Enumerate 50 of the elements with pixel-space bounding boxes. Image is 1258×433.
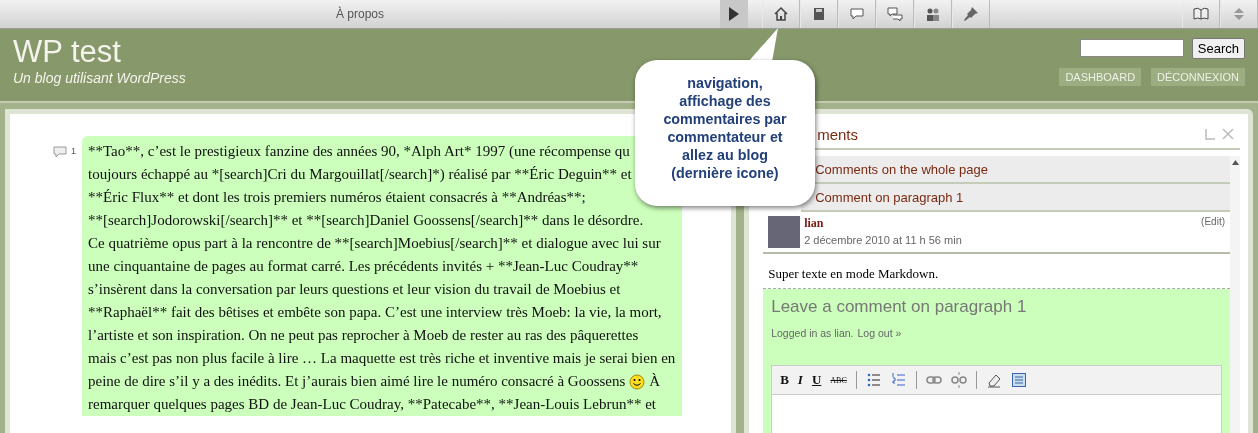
paragraph-line: une cinquantaine de pages au format carré. Les précédents invités + **Jean-Luc Coudray** (88, 257, 639, 276)
paragraph-number: 1 (71, 146, 76, 156)
paragraph-line: remarquer quelques pages BD de Jean-Luc Coudray, **Patecabe**, **Jean-Louis Lebrun** et (88, 395, 656, 414)
paragraph-line: toujours échappé au *[search]Cri du Margouillat[/search]*) réalisé par **Éric Deguin** et (88, 165, 632, 184)
up-down-arrows-icon[interactable] (1220, 0, 1258, 28)
page-title: À propos (335, 7, 385, 21)
site-tagline: Un blog utilisant WordPress (13, 70, 186, 86)
paragraph-line: Ce quatrième opus part à la rencontre de **[search]Moebius[/search]** et dialogue avec lui sur (88, 234, 661, 253)
comment-date: 2 décembre 2010 at 11 h 56 min (804, 234, 963, 246)
search-button[interactable]: Search (1191, 38, 1245, 59)
open-book-icon[interactable] (1182, 0, 1220, 28)
form-title: Leave a comment on paragraph 1 (771, 297, 1028, 317)
format-button[interactable]: B (780, 372, 789, 388)
bullet-list-icon[interactable] (865, 372, 882, 388)
book-icon[interactable] (800, 0, 838, 28)
speech-bubbles-icon[interactable] (876, 0, 914, 28)
format-button[interactable]: ABC (830, 375, 847, 385)
paragraph-line: peine de dire s’il y a des inédits. Et j’aurais bien aimé lire le numéro consacré à Goossens (88, 372, 626, 391)
paragraph-line: mais c’est pas non plus facile à lire … La maquette est très riche et inventive mais je serai bien en (88, 349, 676, 368)
edit-link[interactable]: (Edit) (1201, 216, 1225, 248)
paragraph-line: **Tao**, c’est le prestigieux fanzine des années 90, *Alph Art* 1997 (une récompense qu (88, 142, 630, 161)
paragraph-line: l’artiste et son inspiration. On ne peut pas reprocher à Moeb de rester au ras des pâquerettes (88, 326, 639, 345)
avatar-image (768, 216, 801, 248)
scroll-up-arrow-icon[interactable] (1231, 160, 1239, 165)
broken-link-icon[interactable] (950, 372, 967, 388)
people-icon[interactable] (914, 0, 952, 28)
search-field[interactable] (1079, 39, 1184, 57)
format-button[interactable]: U (811, 372, 822, 388)
panel-title: ments (817, 125, 860, 143)
comment-section-header[interactable]: Comment on paragraph 1 (801, 184, 1230, 212)
comment-author[interactable]: lian (804, 216, 1198, 231)
paragraph-line: **Raphaël** fait des bêtises et embête son papa. C’est une interview très Moeb: la vie, la mort, (88, 303, 662, 322)
play-icon (728, 7, 740, 21)
close-icon[interactable] (1222, 128, 1234, 140)
speech-bubble-icon[interactable] (838, 0, 876, 28)
numbered-list-icon[interactable] (890, 372, 907, 388)
comment-bubble-icon[interactable] (53, 146, 67, 158)
eraser-icon[interactable] (985, 372, 1002, 388)
paragraph-line: **[search]Jodorowski[/search]** et **[search]Daniel Goossens[/search]** dans le désordre. (88, 211, 644, 230)
logout-link[interactable]: Log out » (857, 327, 902, 339)
pin-icon[interactable] (952, 0, 990, 28)
play-button[interactable] (720, 0, 748, 28)
paragraph-line: À (649, 372, 661, 391)
format-button[interactable]: I (797, 372, 803, 388)
paragraph-line: **Éric Flux** et dont les trois premiers numéros étaient consacrés à **Andréas**; (88, 188, 586, 207)
callout-tooltip: navigation, affichage des commentaires par commentateur et allez au blog (dernière icone) (635, 60, 815, 206)
window-icon[interactable] (1010, 372, 1027, 388)
logged-in-text: Logged in as lian. (771, 327, 854, 339)
home-icon[interactable] (762, 0, 800, 28)
paragraph-line: s’insèrent dans la conversation par leurs questions et leur vision du travail de Moebius et (88, 280, 621, 299)
